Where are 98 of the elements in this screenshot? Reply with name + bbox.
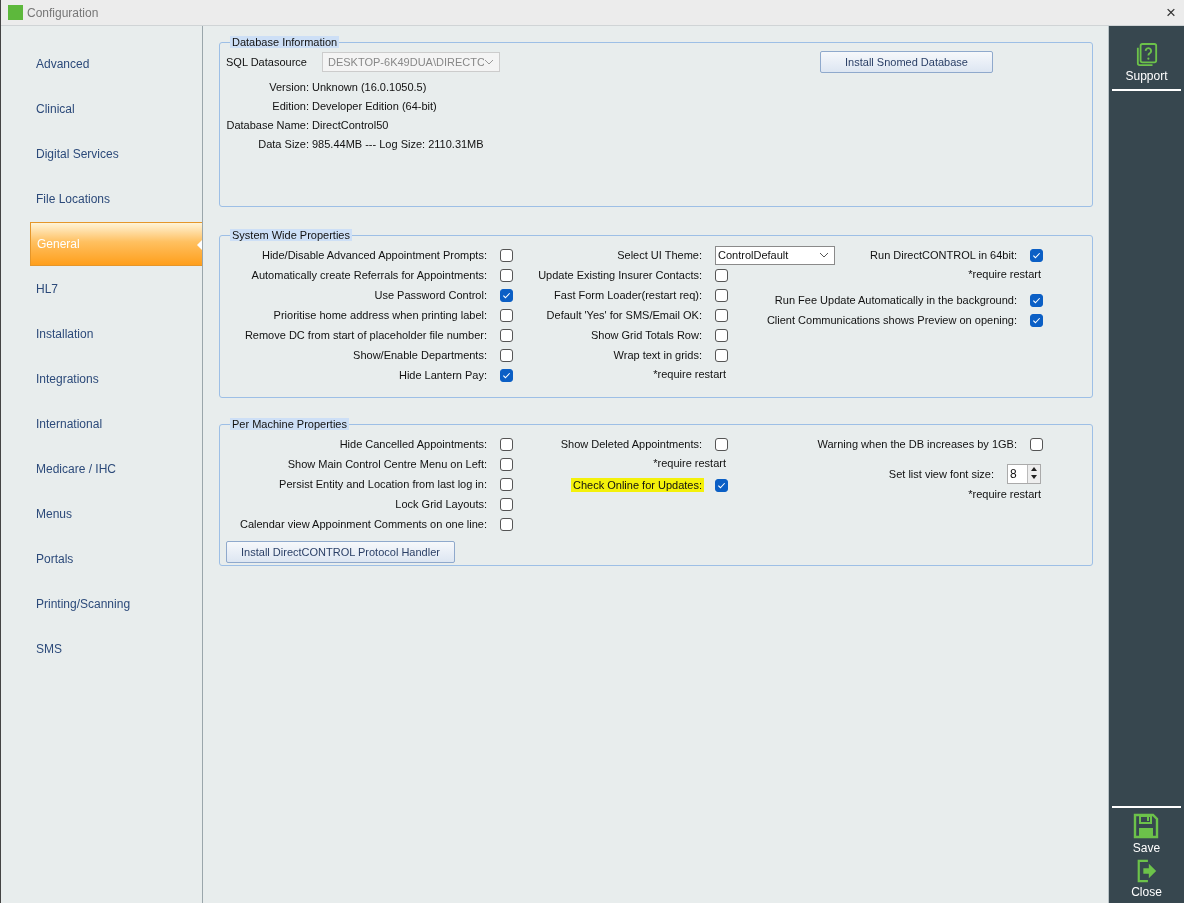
info-label: Version: [268, 80, 309, 95]
option-label: Set list view font size: [887, 467, 995, 481]
checkbox[interactable] [1030, 248, 1043, 262]
sidebar-item[interactable]: Portals [30, 537, 202, 581]
checkbox[interactable] [500, 437, 513, 451]
chevron-down-icon [819, 252, 829, 258]
checkbox[interactable] [715, 348, 728, 362]
checkbox[interactable] [715, 288, 728, 302]
sidebar-item[interactable]: HL7 [30, 267, 202, 311]
option-label: Select UI Theme: [616, 248, 703, 262]
group-title: System Wide Properties [230, 229, 352, 241]
group-title: Database Information [230, 36, 340, 48]
app-logo-icon [8, 5, 23, 20]
option-label: Remove DC from start of placeholder file number: [243, 328, 488, 342]
option-label: Show Main Control Centre Menu on Left: [286, 457, 488, 471]
option-label: Wrap text in grids: [612, 348, 703, 362]
sidebar-item[interactable]: Printing/Scanning [30, 582, 202, 626]
sidebar-item[interactable]: International [30, 402, 202, 446]
option-label: Hide/Disable Advanced Appointment Prompts: [260, 248, 488, 262]
info-label: Edition: [271, 99, 309, 114]
checkbox[interactable] [500, 517, 513, 531]
option-label: Automatically create Referrals for Appointments: [250, 268, 488, 282]
info-label: Database Name: [226, 118, 309, 133]
option-label: Check Online for Updates: [571, 478, 704, 492]
checkbox[interactable] [1030, 313, 1043, 327]
chevron-down-icon [484, 59, 494, 65]
option-label: Warning when the DB increases by 1GB: [816, 437, 1018, 451]
option-label: Show/Enable Departments: [352, 348, 488, 362]
option-label: Run Fee Update Automatically in the background: [773, 293, 1018, 307]
checkbox[interactable] [500, 308, 513, 322]
info-value: Developer Edition (64-bit) [312, 99, 438, 114]
checkmark-icon [502, 370, 511, 380]
theme-dropdown[interactable]: ControlDefault [715, 245, 835, 265]
option-label: Fast Form Loader(restart req): [553, 288, 703, 302]
option-label: Persist Entity and Location from last log in: [278, 477, 488, 491]
info-value: Unknown (16.0.1050.5) [312, 80, 428, 95]
restart-note: *require restart [968, 487, 1041, 500]
checkbox[interactable] [500, 497, 513, 511]
option-label: Run DirectCONTROL in 64bit: [869, 248, 1018, 262]
option-label: Show Grid Totals Row: [589, 328, 703, 342]
sidebar-item[interactable]: Digital Services [30, 132, 202, 176]
checkbox[interactable] [500, 268, 513, 282]
option-label: Hide Cancelled Appointments: [338, 437, 488, 451]
checkbox[interactable] [500, 477, 513, 491]
option-label: Client Communications shows Preview on opening: [765, 313, 1018, 327]
checkbox[interactable] [500, 368, 513, 382]
checkbox[interactable] [500, 248, 513, 262]
sidebar-item[interactable]: Advanced [30, 42, 202, 86]
checkbox[interactable] [715, 308, 728, 322]
sidebar-item[interactable]: Clinical [30, 87, 202, 131]
checkbox[interactable] [715, 437, 728, 451]
option-label: Hide Lantern Pay: [397, 368, 488, 382]
checkmark-icon [717, 480, 726, 490]
info-value: DirectControl50 [312, 118, 390, 133]
group-title: Per Machine Properties [230, 418, 349, 430]
exit-icon [1135, 859, 1158, 883]
checkbox[interactable] [500, 288, 513, 302]
restart-note: *require restart [653, 456, 726, 469]
datasource-label: SQL Datasource [226, 56, 308, 68]
option-label: Update Existing Insurer Contacts: [537, 268, 703, 282]
checkbox[interactable] [500, 457, 513, 471]
sidebar-item[interactable]: Integrations [30, 357, 202, 401]
window-title: Configuration [27, 5, 99, 20]
up-arrow-icon[interactable] [1028, 465, 1040, 473]
restart-note: *require restart [653, 367, 726, 380]
option-label: Calendar view Appoinment Comments on one line: [238, 517, 488, 531]
restart-note: *require restart [968, 267, 1041, 280]
sidebar-item[interactable]: Medicare / IHC [30, 447, 202, 491]
checkbox[interactable] [500, 328, 513, 342]
option-label: Show Deleted Appointments: [559, 437, 703, 451]
checkmark-icon [1032, 250, 1041, 260]
checkbox[interactable] [715, 328, 728, 342]
support-button[interactable]: Support [1125, 43, 1168, 83]
checkbox[interactable] [1030, 293, 1043, 307]
install-snomed-button[interactable]: Install Snomed Database [820, 51, 993, 73]
install-protocol-handler-button[interactable]: Install DirectCONTROL Protocol Handler [226, 541, 455, 563]
option-label: Default 'Yes' for SMS/Email OK: [545, 308, 703, 322]
close-button[interactable]: Close [1131, 859, 1162, 899]
down-arrow-icon[interactable] [1028, 473, 1040, 481]
save-icon [1133, 813, 1160, 839]
checkmark-icon [502, 290, 511, 300]
sidebar-item[interactable]: File Locations [30, 177, 202, 221]
sidebar-item[interactable]: SMS [30, 627, 202, 671]
checkbox[interactable] [1030, 437, 1043, 451]
info-label: Data Size: [257, 137, 309, 152]
sidebar-item[interactable]: Installation [30, 312, 202, 356]
sidebar-item[interactable]: Menus [30, 492, 202, 536]
option-label: Use Password Control: [373, 288, 488, 302]
close-button[interactable]: × [1158, 2, 1184, 23]
font-size-spinner[interactable]: 8 [1007, 464, 1041, 484]
checkbox[interactable] [715, 478, 728, 492]
save-button[interactable]: Save [1132, 813, 1161, 855]
info-value: 985.44MB --- Log Size: 2110.31MB [312, 137, 484, 152]
option-label: Lock Grid Layouts: [394, 497, 488, 511]
help-document-icon [1135, 43, 1158, 67]
checkbox[interactable] [500, 348, 513, 362]
option-label: Prioritise home address when printing label: [272, 308, 488, 322]
checkbox[interactable] [715, 268, 728, 282]
